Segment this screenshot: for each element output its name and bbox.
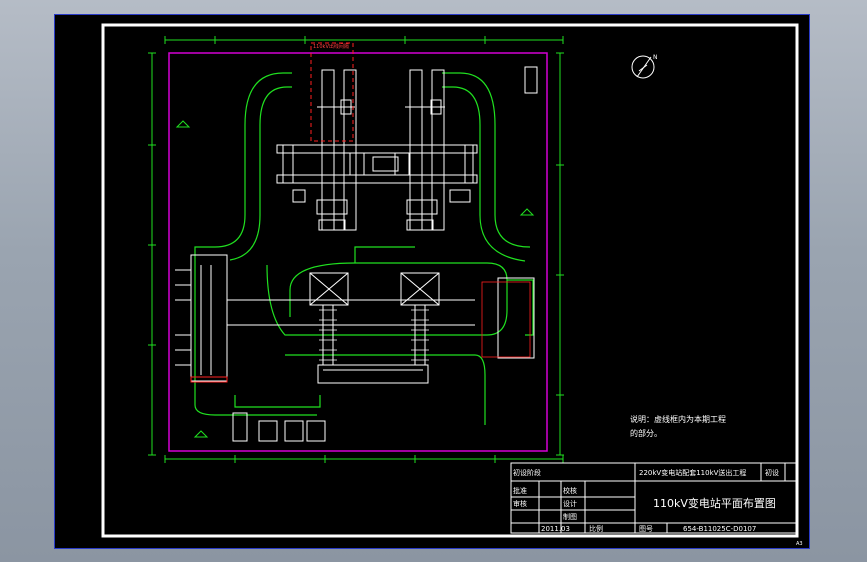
north-arrow [631, 55, 655, 79]
label-drawing-no: 图号 [639, 525, 653, 533]
top-table-header: 110kV出线间隔 [313, 43, 349, 50]
label-review: 审核 [513, 499, 527, 508]
scope-highlight-frame [310, 42, 354, 142]
compass-label: N [653, 54, 658, 61]
note-line-2: 的部分。 [630, 428, 662, 438]
site-boundary [168, 52, 548, 452]
internal-roads [194, 72, 534, 425]
control-building [497, 277, 535, 359]
cad-viewport[interactable]: 110kV出线间隔 N 说明：虚线框内为本期工程 的部分。 初设阶段 220kV… [54, 14, 810, 549]
date-text: 2011.03 [541, 525, 570, 533]
drawing-number: 654-B11025C-D0107 [683, 525, 756, 533]
top-right-structure [524, 66, 538, 94]
project-line-text: 220kV变电站配套110kV送出工程 [639, 468, 746, 477]
sheet-corner-label: A3 [796, 541, 803, 547]
right-dimension-line [556, 52, 564, 456]
drawing-title: 110kV变电站平面布置图 [653, 496, 776, 510]
label-design: 设计 [563, 499, 577, 508]
drawing-canvas: 110kV出线间隔 N 说明：虚线框内为本期工程 的部分。 初设阶段 220kV… [101, 23, 803, 547]
label-approve: 批准 [513, 486, 527, 495]
upper-bus-structure [276, 69, 478, 231]
stage-label-text: 初设 [765, 468, 779, 477]
label-scale: 比例 [589, 524, 603, 533]
label-check: 校核 [563, 486, 577, 495]
bottom-equipment [232, 412, 326, 442]
left-switchgear-room [175, 254, 255, 382]
bottom-dimension-line [164, 455, 564, 463]
note-line-1: 说明：虚线框内为本期工程 [630, 414, 726, 424]
top-dimension-line [164, 36, 564, 44]
phase-text: 初设阶段 [513, 468, 541, 477]
transformer-area [235, 272, 475, 384]
left-dimension-line [148, 52, 156, 456]
label-draw: 制图 [563, 512, 577, 521]
